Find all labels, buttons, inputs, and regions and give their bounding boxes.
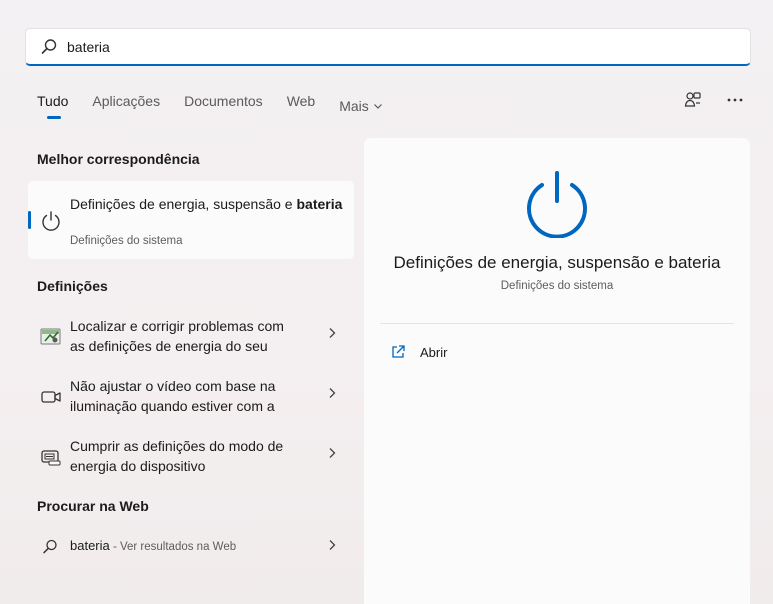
share-devices-icon[interactable] <box>683 90 703 110</box>
settings-result-line1: Localizar e corrigir problemas com <box>70 318 284 334</box>
best-match-title: Definições de energia, suspensão e bater… <box>70 194 350 214</box>
top-right-toolbar <box>683 90 745 110</box>
tab-apps[interactable]: Aplicações <box>92 93 160 119</box>
selection-indicator <box>28 211 31 229</box>
tab-documents[interactable]: Documentos <box>184 93 263 119</box>
settings-heading: Definições <box>37 278 108 294</box>
best-match-title-prefix: Definições de energia, suspensão e <box>70 196 293 212</box>
open-button[interactable]: Abrir <box>390 344 447 360</box>
power-icon <box>42 211 60 231</box>
preview-title: Definições de energia, suspensão e bater… <box>393 253 721 272</box>
best-match-subtitle: Definições do sistema <box>70 235 183 247</box>
search-box[interactable] <box>25 28 751 66</box>
best-match-heading: Melhor correspondência <box>37 151 200 167</box>
settings-result-troubleshoot[interactable]: Localizar e corrigir problemas com as de… <box>28 316 354 370</box>
settings-result-power-mode[interactable]: Cumprir as definições do modo de energia… <box>28 436 354 490</box>
troubleshoot-icon <box>40 328 61 345</box>
settings-result-line1: Cumprir as definições do modo de <box>70 438 284 454</box>
video-icon <box>41 391 61 403</box>
settings-result-line2: as definições de energia do seu <box>70 338 268 354</box>
web-search-result[interactable]: bateria - Ver resultados na Web <box>28 534 354 560</box>
settings-result-text: Não ajustar o vídeo com base na iluminaç… <box>70 376 315 416</box>
chevron-right-icon[interactable] <box>328 326 336 342</box>
chevron-right-icon[interactable] <box>328 386 336 402</box>
search-input[interactable] <box>67 38 667 55</box>
best-match-result[interactable]: Definições de energia, suspensão e bater… <box>28 181 354 259</box>
settings-result-line2: energia do dispositivo <box>70 458 206 474</box>
web-search-heading: Procurar na Web <box>37 498 149 514</box>
tab-more-label: Mais <box>339 98 369 114</box>
settings-result-video[interactable]: Não ajustar o vídeo com base na iluminaç… <box>28 376 354 430</box>
settings-result-text: Cumprir as definições do modo de energia… <box>70 436 315 476</box>
power-icon <box>527 171 587 238</box>
settings-result-line1: Não ajustar o vídeo com base na <box>70 378 276 394</box>
web-search-query: bateria <box>70 538 110 553</box>
chevron-right-icon[interactable] <box>328 538 336 554</box>
tab-web[interactable]: Web <box>287 93 316 119</box>
search-icon <box>41 38 57 54</box>
chevron-right-icon[interactable] <box>328 446 336 462</box>
settings-result-line2: iluminação quando estiver com a <box>70 398 275 414</box>
open-external-icon <box>392 345 405 358</box>
tab-all[interactable]: Tudo <box>37 93 68 119</box>
best-match-title-highlight: bateria <box>296 196 343 212</box>
open-button-label: Abrir <box>420 344 448 360</box>
preview-pane: Definições de energia, suspensão e bater… <box>364 138 750 604</box>
filter-tabs: Tudo Aplicações Documentos Web Mais <box>37 93 407 119</box>
web-search-text: bateria - Ver resultados na Web <box>70 538 236 553</box>
battery-mode-icon <box>41 450 61 466</box>
preview-divider <box>380 323 734 324</box>
chevron-down-icon <box>373 104 382 109</box>
settings-result-text: Localizar e corrigir problemas com as de… <box>70 316 315 356</box>
web-search-suffix: - Ver resultados na Web <box>109 541 237 553</box>
preview-subtitle: Definições do sistema <box>500 280 614 292</box>
more-options-icon[interactable] <box>725 90 745 110</box>
tab-more[interactable]: Mais <box>339 93 383 119</box>
search-icon <box>43 539 57 554</box>
